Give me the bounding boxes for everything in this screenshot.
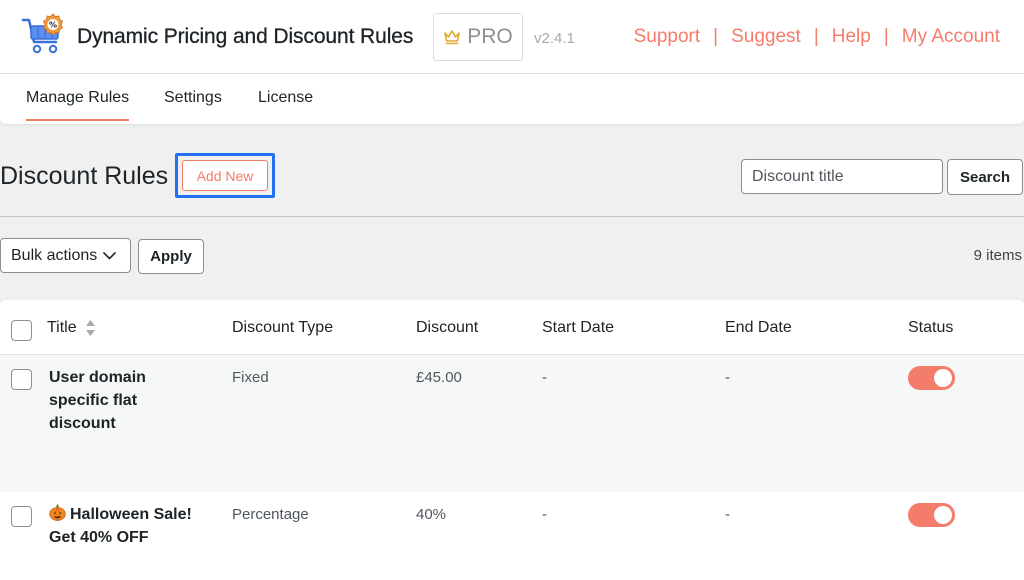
link-separator: | [813, 26, 819, 47]
bulk-actions-select[interactable]: Bulk actions [0, 238, 131, 273]
items-count: 9 items [973, 247, 1022, 264]
bulk-actions-label: Bulk actions [11, 246, 98, 264]
end-date-cell: - [725, 506, 730, 523]
support-link[interactable]: Support [634, 26, 701, 48]
add-new-button[interactable]: Add New [182, 160, 268, 191]
page-title: Discount Rules [0, 162, 169, 190]
start-date-cell: - [542, 369, 547, 386]
status-toggle[interactable] [908, 366, 955, 390]
table-row: User domain specific flat discount Fixed… [0, 355, 1024, 492]
discount-cell: 40% [416, 506, 447, 523]
row-checkbox[interactable] [11, 369, 32, 390]
tab-bar: Manage Rules Settings License [0, 74, 1024, 124]
start-date-cell: - [542, 506, 547, 523]
chevron-down-icon [103, 251, 117, 259]
svg-text:%: % [49, 21, 57, 30]
app-title: Dynamic Pricing and Discount Rules [77, 25, 414, 48]
column-start-date: Start Date [542, 319, 615, 336]
shopping-cart-discount-logo-icon: % [21, 13, 64, 54]
pumpkin-icon [49, 504, 66, 521]
my-account-link[interactable]: My Account [902, 26, 1000, 48]
table-header: Title Discount Type Discount Start Date … [0, 300, 1024, 355]
top-links: Support | Suggest | Help | My Account [634, 26, 1000, 48]
search-button[interactable]: Search [947, 159, 1023, 195]
rules-table: Title Discount Type Discount Start Date … [0, 300, 1024, 580]
pro-badge: PRO [433, 13, 523, 61]
discount-type-cell: Percentage [232, 506, 309, 523]
rule-title-line: discount [49, 415, 116, 432]
status-toggle[interactable] [908, 503, 955, 527]
tab-manage-rules[interactable]: Manage Rules [26, 89, 130, 121]
add-new-focus-outline: Add New [175, 153, 275, 198]
table-row: Halloween Sale! Get 40% OFF Percentage 4… [0, 492, 1024, 580]
rule-title-link[interactable]: User domain specific flat discount [49, 366, 146, 435]
rule-title-line: Halloween Sale! [70, 506, 192, 523]
link-separator: | [883, 26, 889, 47]
column-end-date: End Date [725, 319, 792, 336]
help-link[interactable]: Help [832, 26, 871, 48]
rule-title-link[interactable]: Halloween Sale! Get 40% OFF [49, 503, 192, 549]
discount-cell: £45.00 [416, 369, 462, 386]
tab-settings[interactable]: Settings [164, 89, 222, 119]
discount-type-cell: Fixed [232, 369, 269, 386]
top-header: % Dynamic Pricing and Discount Rules PRO… [0, 0, 1024, 74]
rule-title-line: User domain [49, 369, 146, 386]
select-all-checkbox[interactable] [11, 320, 32, 341]
crown-icon [444, 30, 461, 45]
end-date-cell: - [725, 369, 730, 386]
rule-title-line: specific flat [49, 392, 138, 409]
suggest-link[interactable]: Suggest [731, 26, 801, 48]
divider [0, 216, 1024, 217]
column-status: Status [908, 319, 954, 336]
column-discount: Discount [416, 319, 479, 336]
row-checkbox[interactable] [11, 506, 32, 527]
column-discount-type: Discount Type [232, 319, 334, 336]
sort-icon[interactable] [85, 319, 96, 337]
search-input[interactable] [741, 159, 943, 194]
version-label: v2.4.1 [534, 30, 575, 47]
tab-license[interactable]: License [258, 89, 313, 119]
link-separator: | [713, 26, 719, 47]
rule-title-line: Get 40% OFF [49, 529, 149, 546]
apply-button[interactable]: Apply [138, 239, 204, 274]
column-title[interactable]: Title [47, 319, 77, 337]
pro-label: PRO [467, 25, 513, 48]
